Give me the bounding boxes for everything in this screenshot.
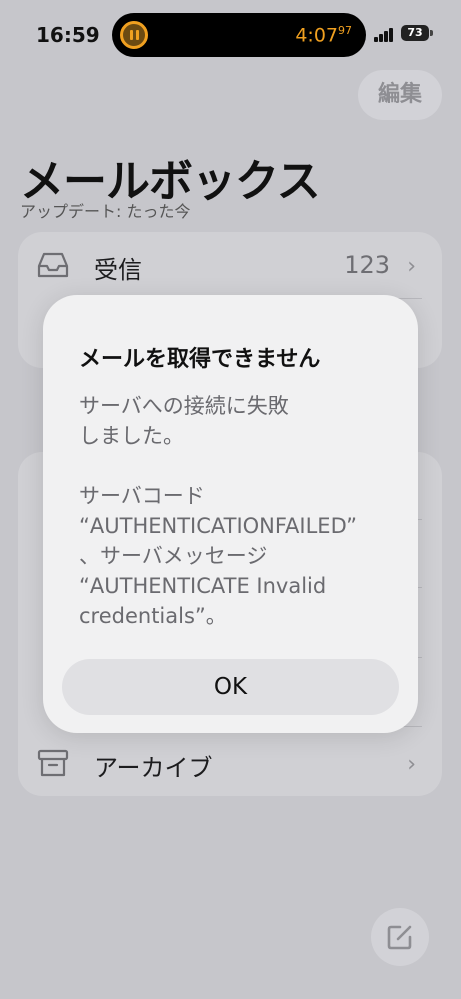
alert-message: サーバへの接続に失敗 しました。 サーバコード “AUTHENTICATIONF… <box>79 394 358 628</box>
chevron-right-icon: › <box>407 254 416 279</box>
compose-button[interactable] <box>371 908 429 966</box>
chevron-right-icon: › <box>407 752 416 777</box>
archive-box-icon <box>37 749 69 777</box>
mailbox-row-archive[interactable]: アーカイブ › <box>18 730 442 796</box>
timer-fraction: 97 <box>338 24 352 37</box>
timer-value: 4:07 <box>295 24 338 47</box>
status-time: 16:59 <box>36 23 100 47</box>
update-status: アップデート: たった今 <box>20 202 191 221</box>
tray-icon <box>37 252 69 278</box>
compose-icon <box>387 925 412 950</box>
mailbox-label: アーカイブ <box>94 754 213 782</box>
mailbox-row-inbox[interactable]: 受信 123 › <box>18 232 442 298</box>
unread-count: 123 <box>344 251 390 279</box>
ok-button[interactable]: OK <box>62 659 399 715</box>
edit-button[interactable]: 編集 <box>358 70 442 120</box>
cellular-signal-icon <box>374 28 394 42</box>
alert-title: メールを取得できません <box>79 347 321 372</box>
battery-icon: 73 <box>401 25 429 41</box>
battery-nub <box>430 30 433 36</box>
mailbox-label: 受信 <box>94 256 142 284</box>
error-alert-dialog: メールを取得できません サーバへの接続に失敗 しました。 サーバコード “AUT… <box>43 295 418 733</box>
timer-readout: 4:0797 <box>295 24 352 46</box>
timer-pause-icon <box>120 21 148 49</box>
status-bar: 16:59 4:0797 73 <box>0 0 461 70</box>
dynamic-island[interactable]: 4:0797 <box>112 13 366 57</box>
